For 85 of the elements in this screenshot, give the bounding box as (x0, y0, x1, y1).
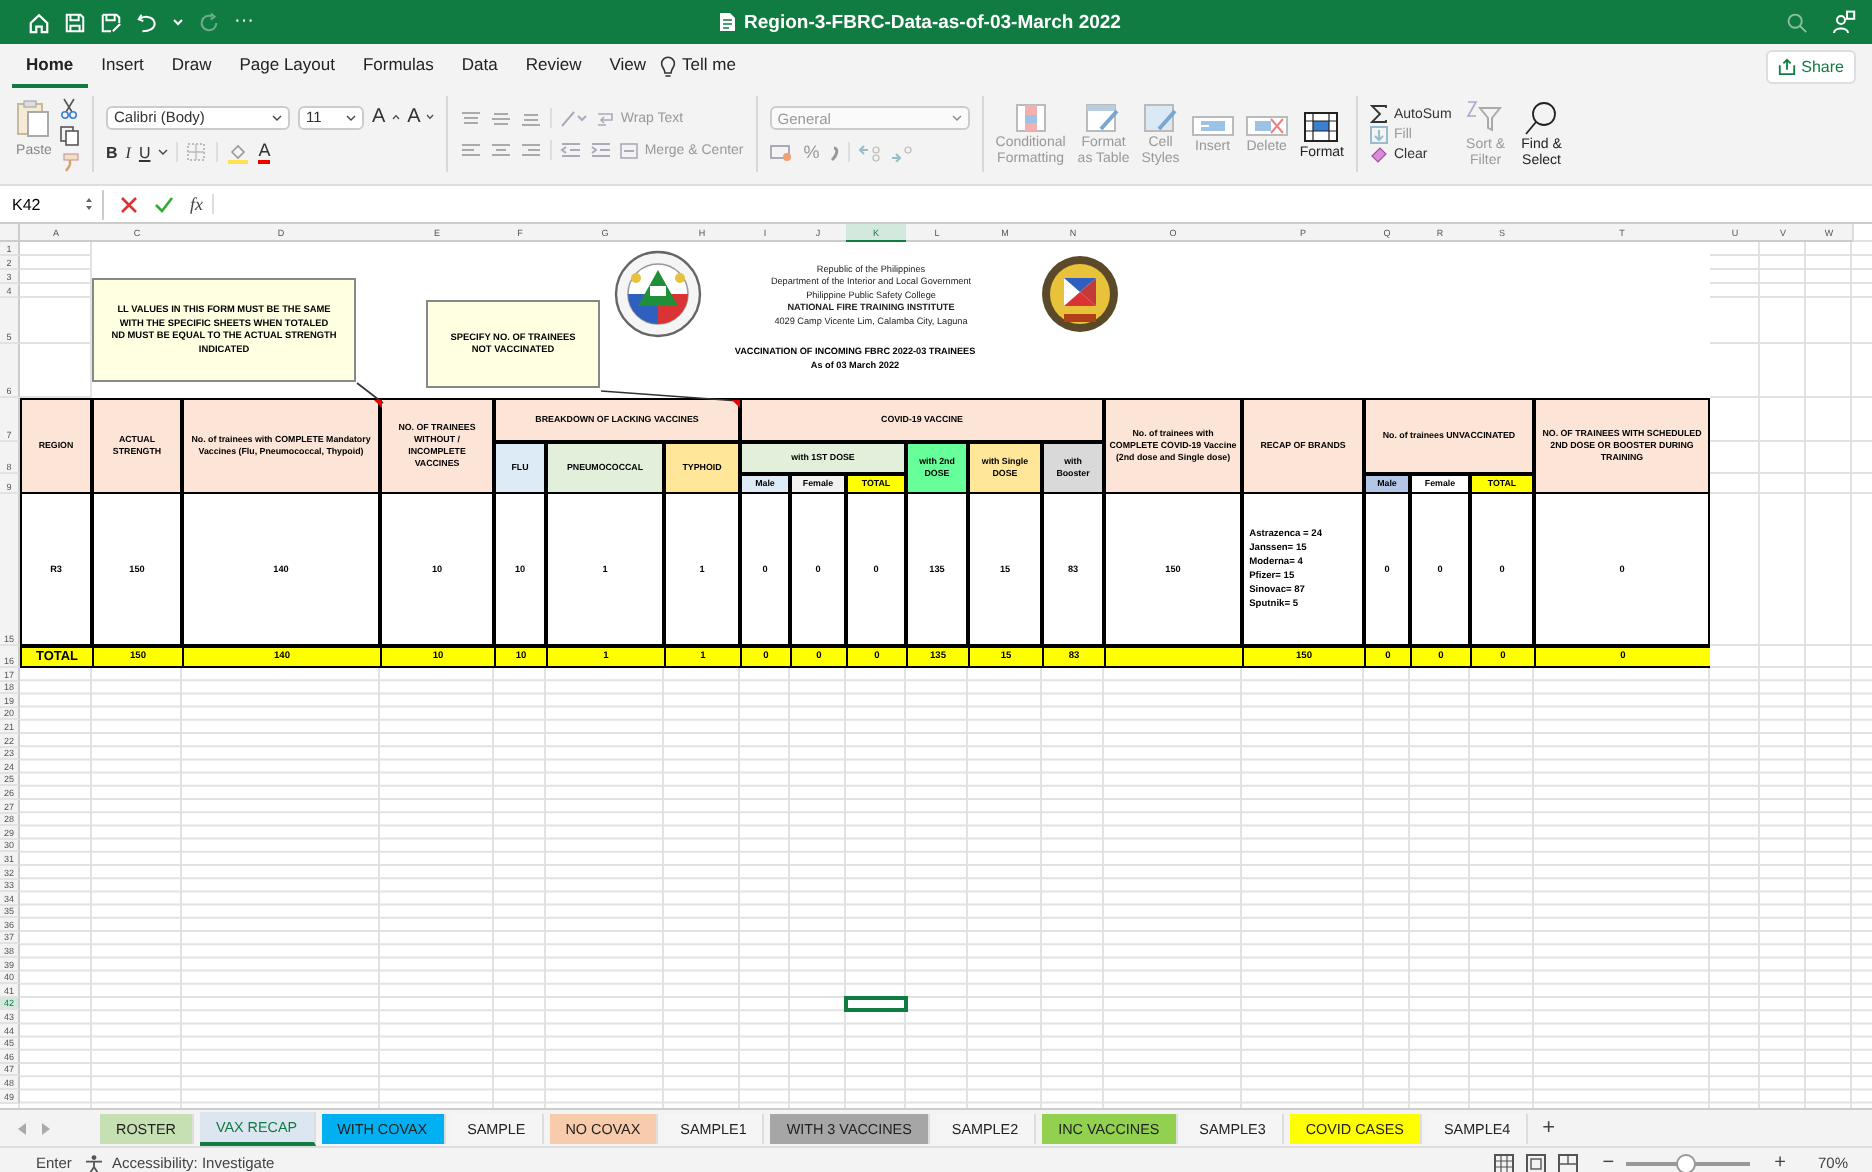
name-box[interactable]: K42 (4, 189, 104, 219)
page-break-icon[interactable] (1558, 1153, 1579, 1172)
align-bottom-icon[interactable] (520, 109, 543, 127)
window-title: Region-3-FBRC-Data-as-of-03-March 2022 (744, 11, 1121, 33)
zoom-in-button[interactable]: + (1774, 1152, 1786, 1172)
ribbon-tab[interactable]: Page Layout (225, 45, 349, 87)
leader-line (356, 382, 384, 404)
decrease-decimal-icon[interactable] (889, 143, 914, 161)
insert-function-button[interactable]: fx (190, 194, 213, 214)
caret-icon (272, 113, 282, 121)
scissors-icon[interactable] (60, 97, 78, 119)
ribbon-tab[interactable]: Draw (157, 45, 226, 87)
align-center-icon[interactable] (490, 141, 513, 159)
caret-up-icon (391, 114, 400, 120)
home-icon[interactable] (28, 11, 50, 33)
share-button[interactable]: Share (1765, 49, 1856, 83)
format-cells-icon (1304, 111, 1339, 141)
ribbon-tab[interactable]: Formulas (348, 45, 448, 87)
cell-styles-icon (1143, 104, 1178, 132)
orientation-icon[interactable] (560, 109, 589, 127)
ribbon-tab[interactable]: View (595, 45, 661, 87)
redo-icon (198, 11, 220, 33)
increase-indent-icon[interactable] (590, 141, 613, 159)
align-right-icon[interactable] (520, 141, 543, 159)
zoom-slider-thumb[interactable] (1675, 1153, 1696, 1172)
previous-sheet-icon[interactable] (16, 1121, 28, 1135)
seal-logo (611, 250, 703, 338)
delete-cells-icon (1245, 116, 1288, 136)
select-all-corner[interactable] (0, 224, 20, 242)
copy-icon[interactable] (60, 125, 80, 145)
fill-down-icon (1369, 126, 1388, 144)
ribbon-tab[interactable]: Review (511, 45, 596, 87)
page-layout-icon[interactable] (1526, 1153, 1547, 1172)
underline-button[interactable]: U (138, 143, 151, 161)
fill-color-icon[interactable] (226, 141, 251, 163)
bold-button[interactable]: B (106, 143, 118, 161)
align-middle-icon[interactable] (490, 109, 513, 127)
accessibility-icon[interactable] (83, 1153, 104, 1172)
caret-icon (346, 113, 356, 121)
checkmark-icon[interactable] (154, 195, 174, 213)
format-as-table-icon (1086, 104, 1121, 132)
caret-icon[interactable] (158, 148, 169, 156)
shrink-font-button[interactable]: A (407, 106, 435, 128)
clipboard-icon (16, 97, 52, 137)
ribbon-tab[interactable]: Home (12, 45, 88, 87)
next-sheet-icon[interactable] (40, 1121, 52, 1135)
grow-font-button[interactable]: A (372, 106, 400, 128)
normal-view-icon[interactable] (1494, 1153, 1515, 1172)
font-color-button[interactable]: A (258, 141, 271, 163)
eraser-icon (1369, 146, 1388, 164)
caret-icon (951, 114, 962, 122)
share-icon (1777, 57, 1796, 75)
currency-icon[interactable] (769, 143, 796, 161)
ribbon-tab[interactable]: Insert (87, 45, 158, 87)
selected-cell[interactable] (844, 995, 908, 1013)
undo-icon[interactable] (136, 11, 158, 33)
stepper-icon[interactable] (84, 196, 94, 212)
save-icon[interactable] (64, 11, 86, 33)
decrease-indent-icon[interactable] (560, 141, 583, 159)
sigma-icon (1369, 104, 1388, 124)
total-cell (1104, 646, 1242, 668)
document-icon (718, 12, 736, 32)
wrap-text-icon (596, 109, 615, 127)
comma-style-icon[interactable] (827, 143, 840, 161)
italic-button[interactable]: I (125, 143, 131, 161)
merge-cells-icon (620, 141, 639, 159)
sort-filter-icon (1463, 99, 1508, 135)
align-left-icon[interactable] (460, 141, 483, 159)
seal-logo (1039, 254, 1119, 334)
user-icon[interactable] (1832, 10, 1856, 34)
conditional-formatting-icon (1015, 104, 1046, 132)
more-button[interactable]: ··· (234, 12, 254, 32)
zoom-out-button[interactable]: − (1602, 1152, 1615, 1172)
insert-cells-icon (1191, 116, 1234, 136)
lightbulb-icon (660, 55, 677, 77)
ribbon-tab[interactable]: Data (447, 45, 512, 87)
increase-decimal-icon[interactable] (857, 143, 882, 161)
cancel-icon[interactable] (120, 195, 138, 213)
borders-icon (186, 142, 209, 162)
add-sheet-button[interactable]: + (1534, 1116, 1564, 1140)
save-as-icon[interactable] (100, 11, 122, 33)
align-top-icon[interactable] (460, 109, 483, 127)
tell-me-search[interactable]: Tell me (676, 45, 750, 87)
search-icon[interactable] (1786, 11, 1808, 33)
caret-icon (426, 114, 435, 120)
